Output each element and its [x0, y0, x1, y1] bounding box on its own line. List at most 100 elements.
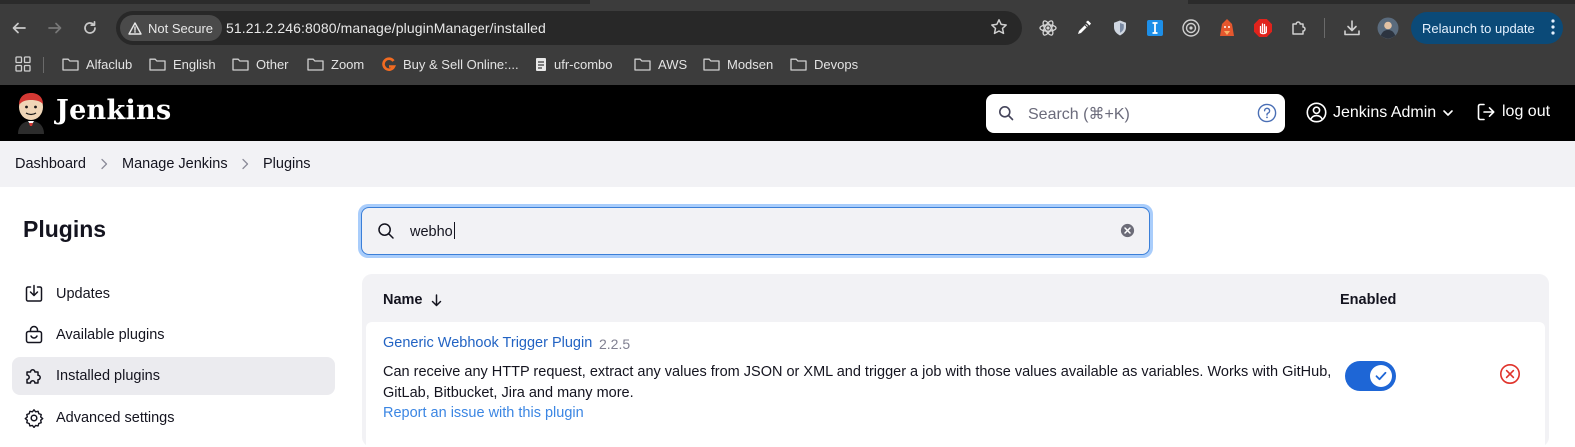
column-header-enabled[interactable]: Enabled [1340, 292, 1396, 308]
folder-icon [790, 58, 807, 71]
g-logo-icon [382, 56, 396, 71]
uninstall-plugin-button[interactable] [1499, 363, 1521, 390]
downloads-icon[interactable] [1341, 17, 1363, 39]
profile-avatar[interactable] [1377, 17, 1399, 39]
help-icon[interactable] [1257, 103, 1277, 128]
plugin-version: 2.2.5 [599, 336, 631, 352]
plugin-filter-input[interactable]: webho [361, 207, 1150, 255]
user-icon [1306, 102, 1327, 123]
reload-button[interactable] [76, 14, 104, 42]
global-search-input[interactable]: Search (⌘+K) [986, 94, 1285, 133]
search-placeholder: Search (⌘+K) [1028, 106, 1130, 123]
clear-search-icon[interactable] [1120, 223, 1135, 243]
folder-icon [703, 58, 720, 71]
bookmark-folder-devops[interactable]: Devops [790, 50, 858, 78]
plugin-name-link[interactable]: Generic Webhook Trigger Plugin [383, 335, 592, 351]
sidebar-item-label: Available plugins [56, 327, 165, 343]
bookmark-folder-zoom[interactable]: Zoom [307, 50, 364, 78]
bookmarks-bar: Alfaclub English Other Zoom Buy & Sell O… [0, 50, 1575, 80]
security-chip[interactable]: Not Secure [120, 15, 223, 41]
sort-arrow-down-icon [431, 293, 441, 306]
arrow-right-icon [48, 22, 62, 34]
toolbar-divider [1324, 18, 1325, 38]
sidebar-item-advanced-settings[interactable]: Advanced settings [12, 399, 335, 437]
eyedropper-icon[interactable] [1073, 17, 1095, 39]
bookmark-folder-aws[interactable]: AWS [634, 50, 687, 78]
sidebar-item-label: Advanced settings [56, 410, 175, 426]
back-button[interactable] [5, 14, 33, 42]
jenkins-logo-icon[interactable] [14, 92, 48, 139]
i-extension-icon[interactable] [1144, 17, 1166, 39]
url-text[interactable]: 51.21.2.246:8080/manage/pluginManager/in… [226, 20, 546, 36]
folder-icon [307, 58, 324, 71]
download-icon [25, 284, 43, 302]
relaunch-button[interactable]: Relaunch to update [1411, 12, 1563, 44]
relaunch-label: Relaunch to update [1422, 20, 1535, 36]
tab-strip-edge [0, 0, 590, 4]
breadcrumb-manage-jenkins[interactable]: Manage Jenkins [122, 156, 228, 172]
user-name: Jenkins Admin [1333, 103, 1437, 121]
plugin-description: Can receive any HTTP request, extract an… [383, 364, 1332, 401]
page-title: Plugins [23, 216, 107, 242]
installed-plugins-table: Name Enabled Generic Webhook Trigger Plu… [362, 274, 1549, 447]
stop-hand-icon[interactable] [1252, 17, 1274, 39]
plugin-enabled-toggle[interactable] [1345, 361, 1396, 391]
browser-toolbar: Not Secure 51.21.2.246:8080/manage/plugi… [0, 0, 1575, 85]
user-menu[interactable]: Jenkins Admin [1306, 102, 1454, 123]
toggle-knob [1370, 365, 1392, 387]
jenkins-brand[interactable]: Jenkins [56, 95, 171, 126]
target-icon[interactable] [1180, 17, 1202, 39]
logout-label: log out [1502, 103, 1551, 120]
sidebar-item-installed-plugins[interactable]: Installed plugins [12, 357, 335, 395]
logout-icon [1477, 103, 1495, 121]
puzzle-icon[interactable] [1288, 17, 1310, 39]
bookmarks-divider [43, 57, 44, 73]
chevron-right-icon [240, 157, 250, 175]
arrow-left-icon [12, 22, 26, 34]
folder-icon [634, 58, 651, 71]
folder-icon [149, 58, 166, 71]
checkmark-icon [1375, 371, 1387, 381]
react-devtools-icon[interactable] [1037, 17, 1059, 39]
security-label: Not Secure [148, 20, 214, 36]
plugin-filter-focus-ring: webho [358, 204, 1153, 258]
bookmark-folder-english[interactable]: English [149, 50, 216, 78]
shield-icon[interactable] [1109, 17, 1131, 39]
bookmark-star-icon[interactable] [990, 18, 1008, 41]
bookmark-folder-other[interactable]: Other [232, 50, 289, 78]
shopping-bag-icon [25, 325, 43, 344]
bookmark-folder-modsen[interactable]: Modsen [703, 50, 773, 78]
jenkins-header: Jenkins Search (⌘+K) Jenkins Admin log o… [0, 85, 1575, 141]
filter-value: webho [410, 222, 455, 240]
sidebar-item-available-plugins[interactable]: Available plugins [12, 316, 335, 354]
breadcrumb: Dashboard Manage Jenkins Plugins [0, 141, 1575, 187]
breadcrumb-dashboard[interactable]: Dashboard [15, 156, 86, 172]
column-header-name[interactable]: Name [383, 292, 442, 308]
folder-icon [62, 58, 79, 71]
more-vertical-icon[interactable] [1551, 19, 1555, 38]
puzzle-icon [26, 369, 41, 384]
sidebar-item-label: Installed plugins [56, 368, 160, 384]
report-issue-link[interactable]: Report an issue with this plugin [383, 405, 584, 421]
sidebar-item-updates[interactable]: Updates [12, 275, 335, 313]
apps-grid-icon[interactable] [15, 56, 31, 77]
page-icon [536, 57, 546, 71]
reload-icon [84, 20, 96, 34]
chevron-down-icon [1443, 109, 1453, 116]
breadcrumb-plugins[interactable]: Plugins [263, 156, 311, 172]
search-icon [998, 105, 1014, 126]
tab-strip-edge [1188, 0, 1575, 4]
sidebar-item-label: Updates [56, 286, 111, 302]
chevron-right-icon [99, 157, 109, 175]
bookmark-ufr-combo[interactable]: ufr-combo [535, 50, 613, 78]
fox-icon[interactable] [1216, 17, 1238, 39]
table-row: Generic Webhook Trigger Plugin 2.2.5 Can… [366, 322, 1545, 447]
forward-button[interactable] [41, 14, 69, 42]
bookmark-buy-sell[interactable]: Buy & Sell Online:... [381, 50, 519, 78]
bookmark-folder-alfaclub[interactable]: Alfaclub [62, 50, 132, 78]
gear-icon [24, 409, 44, 428]
search-icon [377, 222, 395, 245]
address-bar[interactable]: Not Secure 51.21.2.246:8080/manage/plugi… [116, 11, 1022, 45]
logout-link[interactable]: log out [1476, 102, 1550, 122]
warning-icon [128, 21, 142, 35]
